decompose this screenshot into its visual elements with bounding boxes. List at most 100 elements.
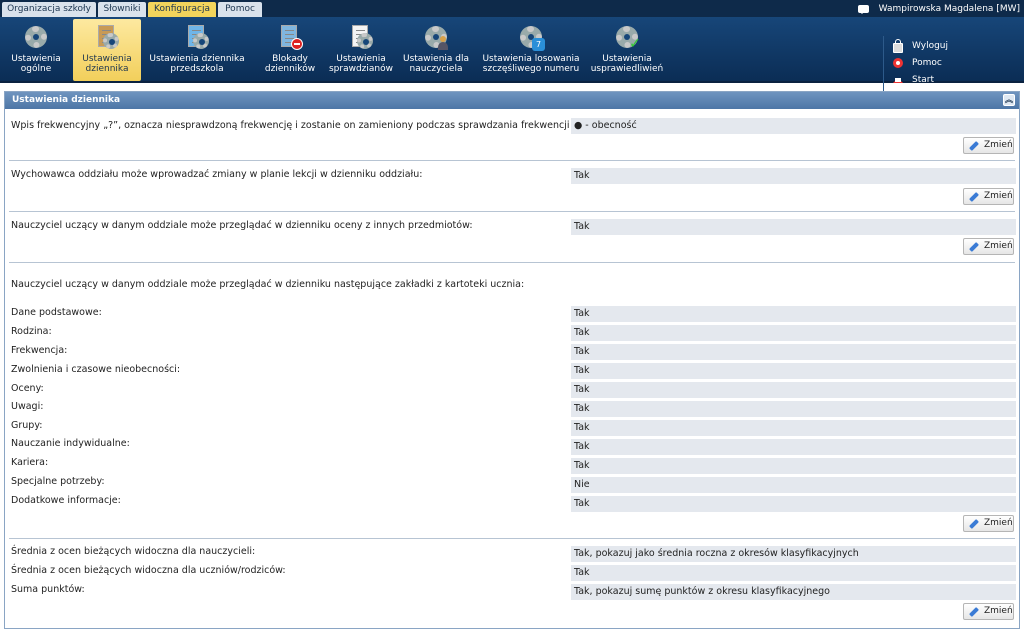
tool-ustawienia-ogolne[interactable]: Ustawienia ogólne [4,19,68,81]
setting-value-class-teacher-plan: Tak [571,168,1016,184]
tab-value-individual-teaching: Tak [571,439,1016,455]
setting-label-other-grades: Nauczyciel uczący w danym oddziale może … [11,220,473,231]
user-name: Wampirowska Magdalena [MW] [878,3,1020,14]
setting-label-average-teachers: Średnia z ocen bieżących widoczna dla na… [11,546,256,557]
teacher-settings-icon [422,23,450,51]
journal-settings-icon [93,23,121,51]
pencil-icon [969,140,979,151]
collapse-icon[interactable]: ︽ [1003,94,1015,106]
tool-label: Ustawienia [11,54,61,64]
tool-label: Ustawienia [82,54,132,64]
gear-icon [22,23,50,51]
chat-icon[interactable] [857,4,869,14]
change-label: Zmień [984,191,1013,201]
tool-label: Blokady [272,54,308,64]
tab-label-exemptions: Zwolnienia i czasowe nieobecności: [11,364,181,375]
pencil-icon [969,518,979,529]
setting-value-points-sum: Tak, pokazuj sumę punktów z okresu klasy… [571,584,1016,600]
change-button-student-tabs[interactable]: Zmień [963,515,1014,532]
menu-organizacja-szkoly[interactable]: Organizacja szkoły [2,2,96,17]
journal-settings-panel: Ustawienia dziennika ︽ Wpis frekwencyjny… [4,91,1020,629]
start-label: Start [912,75,934,85]
tab-label-additional-info: Dodatkowe informacje: [11,495,121,506]
help-label: Pomoc [912,58,942,68]
journal-lock-icon [276,23,304,51]
tool-label: sprawdzianów [328,64,393,74]
change-label: Zmień [984,518,1013,528]
lifebuoy-icon [893,58,903,68]
change-label: Zmień [984,606,1013,616]
tool-ustawienia-usprawiedliwien[interactable]: ✓ Ustawienia usprawiedliwień [588,19,666,81]
logout-link[interactable]: Wyloguj [893,38,948,54]
tab-label-individual-teaching: Nauczanie indywidualne: [11,438,130,449]
tests-settings-icon [347,23,375,51]
divider [9,538,1015,539]
tab-value-attendance: Tak [571,344,1016,360]
change-button-other-grades[interactable]: Zmień [963,238,1014,255]
home-icon [893,73,903,83]
tool-label: nauczyciela [409,64,463,74]
top-menu-bar: Organizacja szkoły Słowniki Konfiguracja… [0,0,1024,17]
setting-label-attendance: Wpis frekwencyjny „?”, oznacza niesprawd… [11,120,588,131]
tab-value-family: Tak [571,325,1016,341]
tool-label: Ustawienia losowania [482,54,580,64]
help-link[interactable]: Pomoc [893,55,942,71]
tab-value-remarks: Tak [571,401,1016,417]
tool-ustawienia-dziennika[interactable]: Ustawienia dziennika [73,19,141,81]
change-button-attendance[interactable]: Zmień [963,137,1014,154]
tool-label: usprawiedliwień [590,64,664,74]
tab-label-family: Rodzina: [11,326,52,337]
setting-value-average-students: Tak [571,565,1016,581]
tool-label: Ustawienia dziennika [149,54,245,64]
pencil-icon [969,241,979,252]
tool-label: Ustawienia [336,54,386,64]
divider [9,211,1015,212]
tool-label: ogólne [20,64,52,74]
tab-label-special-needs: Specjalne potrzeby: [11,476,105,487]
setting-value-other-grades: Tak [571,219,1016,235]
setting-label-class-teacher-plan: Wychowawca oddziału może wprowadzać zmia… [11,169,423,180]
change-button-class-teacher-plan[interactable]: Zmień [963,188,1014,205]
setting-label-student-tabs: Nauczyciel uczący w danym oddziale może … [11,279,525,290]
preschool-journal-icon [183,23,211,51]
divider [9,262,1015,263]
excuses-settings-icon: ✓ [613,23,641,51]
tab-value-career: Tak [571,458,1016,474]
setting-label-average-students: Średnia z ocen bieżących widoczna dla uc… [11,565,286,576]
pencil-icon [969,191,979,202]
tab-label-basic-data: Dane podstawowe: [11,307,102,318]
tool-label: szczęśliwego numeru [482,64,580,74]
tab-value-groups: Tak [571,420,1016,436]
tab-value-basic-data: Tak [571,306,1016,322]
menu-konfiguracja[interactable]: Konfiguracja [148,2,216,17]
change-label: Zmień [984,140,1013,150]
tool-blokady-dziennikow[interactable]: Blokady dzienników [260,19,320,81]
tool-ustawienia-losowania[interactable]: 7 Ustawienia losowania szczęśliwego nume… [482,19,580,81]
tool-ustawienia-dziennika-przedszkola[interactable]: Ustawienia dziennika przedszkola [148,19,246,81]
tab-value-exemptions: Tak [571,363,1016,379]
tool-label: dziennika [85,64,129,74]
logout-label: Wyloguj [912,41,948,51]
tab-value-additional-info: Tak [571,496,1016,512]
tool-label: przedszkola [170,64,224,74]
side-links: Wyloguj Pomoc Start [883,36,1023,96]
tool-label: dzienników [264,64,316,74]
tab-label-grades: Oceny: [11,383,44,394]
user-area: Wampirowska Magdalena [MW] [857,0,1020,17]
tab-label-career: Kariera: [11,457,49,468]
change-label: Zmień [984,241,1013,251]
tool-label: Ustawienia [602,54,652,64]
menu-slowniki[interactable]: Słowniki [98,2,146,17]
tool-ustawienia-sprawdzianow[interactable]: Ustawienia sprawdzianów [326,19,396,81]
tab-value-grades: Tak [571,382,1016,398]
panel-header: Ustawienia dziennika ︽ [5,92,1019,109]
tool-ustawienia-dla-nauczyciela[interactable]: Ustawienia dla nauczyciela [400,19,472,81]
setting-label-points-sum: Suma punktów: [11,584,85,595]
menu-pomoc[interactable]: Pomoc [218,2,262,17]
lock-icon [893,38,903,53]
setting-value-attendance: ● - obecność [571,118,1016,134]
change-button-averages[interactable]: Zmień [963,603,1014,620]
start-link[interactable]: Start [893,72,934,88]
tab-value-special-needs: Nie [571,477,1016,493]
divider [9,160,1015,161]
